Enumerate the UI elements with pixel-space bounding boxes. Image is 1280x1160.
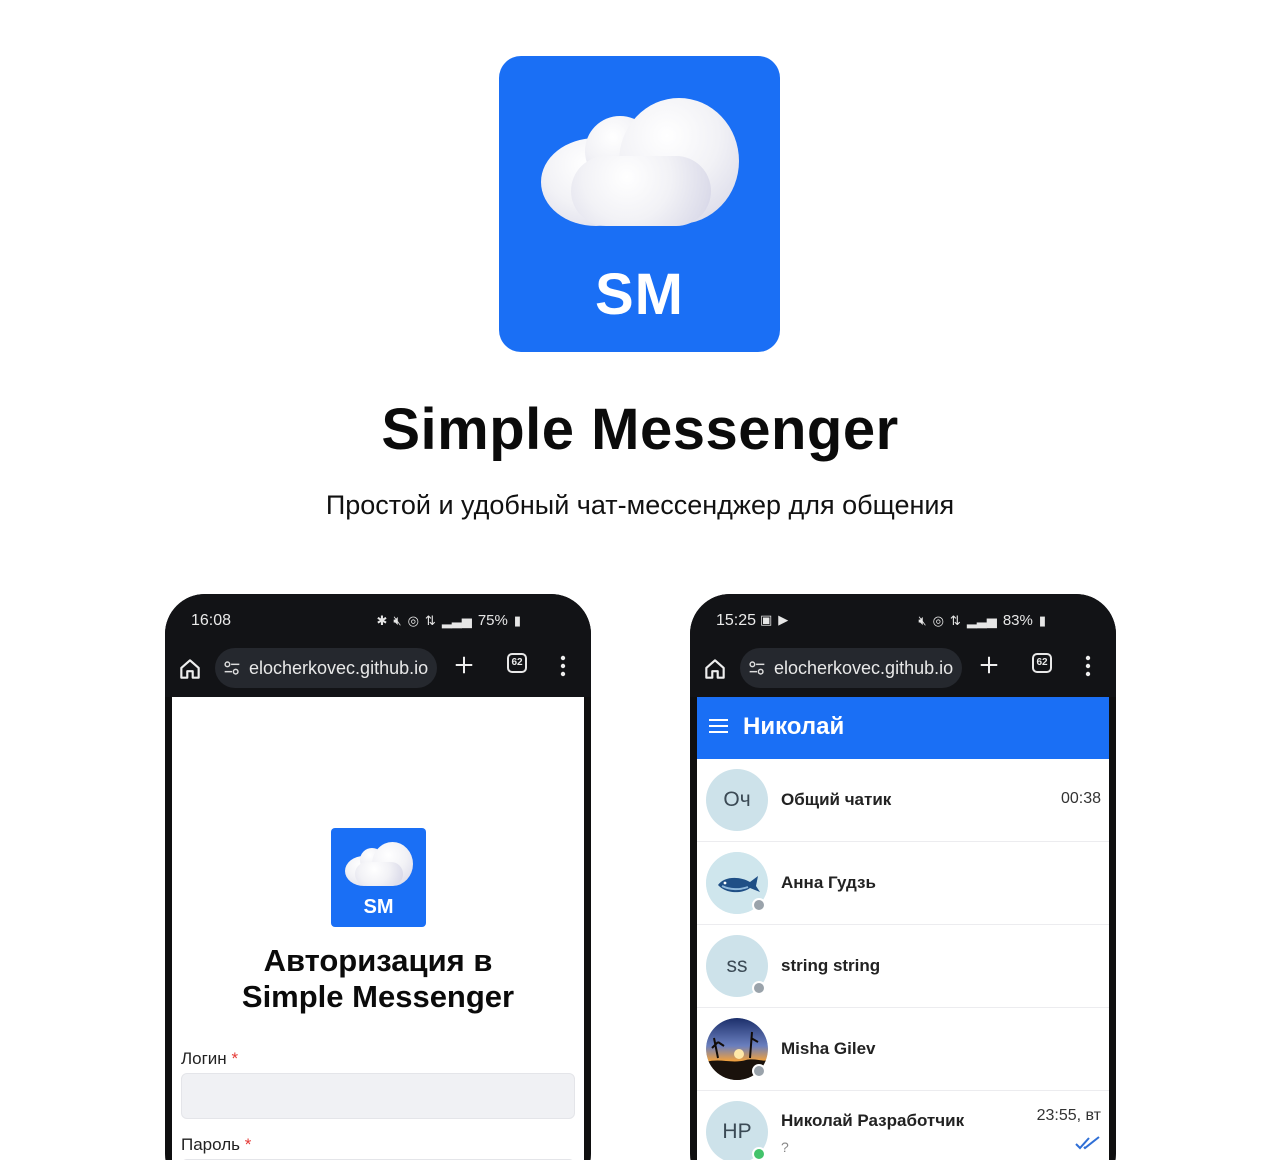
- mute-icon: 🔇︎: [393, 612, 402, 628]
- login-label-text: Логин: [181, 1049, 227, 1068]
- chat-name: Николай Разработчик: [781, 1111, 965, 1130]
- chat-name: string string: [781, 956, 881, 975]
- chat-time: 23:55, вт: [1036, 1107, 1101, 1124]
- chat-name: Анна Гудзь: [781, 873, 876, 892]
- presence-dot-offline: [752, 981, 766, 995]
- more-menu-icon[interactable]: [559, 653, 567, 679]
- network-icon: ⇅: [949, 612, 961, 628]
- chat-last-message: ?: [781, 1139, 789, 1155]
- browser-toolbar: elocherkovec.github.io 62: [690, 642, 1116, 697]
- phone-chatlist-screenshot: 15:25 ▣ ▶ 🔇︎ ◎ ⇅ ▂▃▅ 83% ▮ elocherkovec.…: [690, 594, 1116, 1160]
- chat-list-page: Николай Оч Общий чатик 00:38 Анна Гудзь …: [697, 697, 1109, 1160]
- hotspot-icon: ◎: [407, 612, 419, 628]
- login-title: Авторизация в Simple Messenger: [172, 943, 584, 1015]
- status-time: 15:25: [716, 612, 757, 629]
- address-bar[interactable]: elocherkovec.github.io: [740, 648, 962, 688]
- double-check-read-icon: [1075, 1136, 1100, 1150]
- current-user-name: Николай: [743, 713, 845, 740]
- image-notification-icon: ▣: [760, 612, 773, 627]
- signal-icon: ▂▃▅: [966, 612, 997, 628]
- home-icon[interactable]: [702, 656, 728, 682]
- login-input[interactable]: [181, 1073, 575, 1119]
- new-tab-icon[interactable]: [978, 654, 1000, 676]
- status-icons: ✱ 🔇︎ ◎ ⇅ ▂▃▅ 75% ▮: [376, 612, 521, 629]
- page-title: Simple Messenger: [381, 397, 899, 462]
- presence-dot-online: [752, 1147, 766, 1160]
- hotspot-icon: ◎: [932, 612, 944, 628]
- presence-dot-offline: [752, 898, 766, 912]
- address-bar[interactable]: elocherkovec.github.io: [215, 648, 437, 688]
- chat-list-item[interactable]: Оч Общий чатик 00:38: [697, 759, 1109, 842]
- notification-icons: ▣ ▶: [760, 612, 788, 628]
- browser-toolbar: elocherkovec.github.io 62: [165, 642, 591, 697]
- cloud-icon: [541, 98, 739, 226]
- password-label-text: Пароль: [181, 1135, 240, 1154]
- required-mark: *: [231, 1049, 239, 1068]
- mute-icon: 🔇︎: [918, 612, 927, 628]
- chat-name: Общий чатик: [781, 790, 892, 809]
- battery-icon: ▮: [513, 612, 521, 628]
- tab-switcher-button[interactable]: 62: [507, 653, 527, 673]
- presence-dot-offline: [752, 1064, 766, 1078]
- status-bar: 16:08 ✱ 🔇︎ ◎ ⇅ ▂▃▅ 75% ▮: [165, 594, 591, 642]
- login-label: Логин *: [181, 1049, 238, 1069]
- app-logo: SM: [499, 56, 780, 352]
- required-mark: *: [244, 1135, 252, 1154]
- signal-icon: ▂▃▅: [441, 612, 472, 628]
- site-settings-icon[interactable]: [746, 657, 768, 679]
- chat-list-item[interactable]: Анна Гудзь: [697, 842, 1109, 925]
- page-subtitle: Простой и удобный чат-мессенджер для общ…: [325, 490, 955, 520]
- chat-list: Оч Общий чатик 00:38 Анна Гудзь ss strin…: [697, 759, 1109, 1160]
- login-title-line: Simple Messenger: [241, 979, 515, 1014]
- battery-level: 83%: [1002, 612, 1033, 629]
- cloud-icon: [345, 842, 413, 887]
- chat-time: 00:38: [1060, 790, 1101, 807]
- app-logo-text: SM: [595, 262, 684, 327]
- app-bar: Николай: [697, 697, 1109, 759]
- bluetooth-icon: ✱: [376, 612, 388, 628]
- login-logo-text: SM: [363, 896, 394, 918]
- url-text: elocherkovec.github.io: [249, 657, 429, 678]
- login-logo: SM: [331, 828, 426, 927]
- status-bar: 15:25 ▣ ▶ 🔇︎ ◎ ⇅ ▂▃▅ 83% ▮: [690, 594, 1116, 642]
- login-page: SM Авторизация в Simple Messenger Логин …: [172, 697, 584, 1160]
- youtube-notification-icon: ▶: [778, 612, 789, 627]
- chat-name: Misha Gilev: [781, 1039, 876, 1058]
- status-icons: 🔇︎ ◎ ⇅ ▂▃▅ 83% ▮: [918, 612, 1046, 629]
- phone-login-screenshot: 16:08 ✱ 🔇︎ ◎ ⇅ ▂▃▅ 75% ▮ elocherkovec.gi…: [165, 594, 591, 1160]
- url-text: elocherkovec.github.io: [774, 657, 954, 678]
- status-time: 16:08: [191, 612, 232, 629]
- chat-list-item[interactable]: НР Николай Разработчик ? 23:55, вт: [697, 1091, 1109, 1160]
- battery-icon: ▮: [1038, 612, 1046, 628]
- hamburger-menu-icon[interactable]: [709, 718, 728, 734]
- site-settings-icon[interactable]: [221, 657, 243, 679]
- battery-level: 75%: [477, 612, 508, 629]
- home-icon[interactable]: [177, 656, 203, 682]
- chat-list-item[interactable]: ss string string: [697, 925, 1109, 1008]
- avatar: Оч: [706, 769, 768, 831]
- password-label: Пароль *: [181, 1135, 251, 1155]
- more-menu-icon[interactable]: [1084, 653, 1092, 679]
- login-title-line: Авторизация в: [263, 943, 493, 978]
- chat-list-item[interactable]: Misha Gilev: [697, 1008, 1109, 1091]
- tab-switcher-button[interactable]: 62: [1032, 653, 1052, 673]
- network-icon: ⇅: [424, 612, 436, 628]
- new-tab-icon[interactable]: [453, 654, 475, 676]
